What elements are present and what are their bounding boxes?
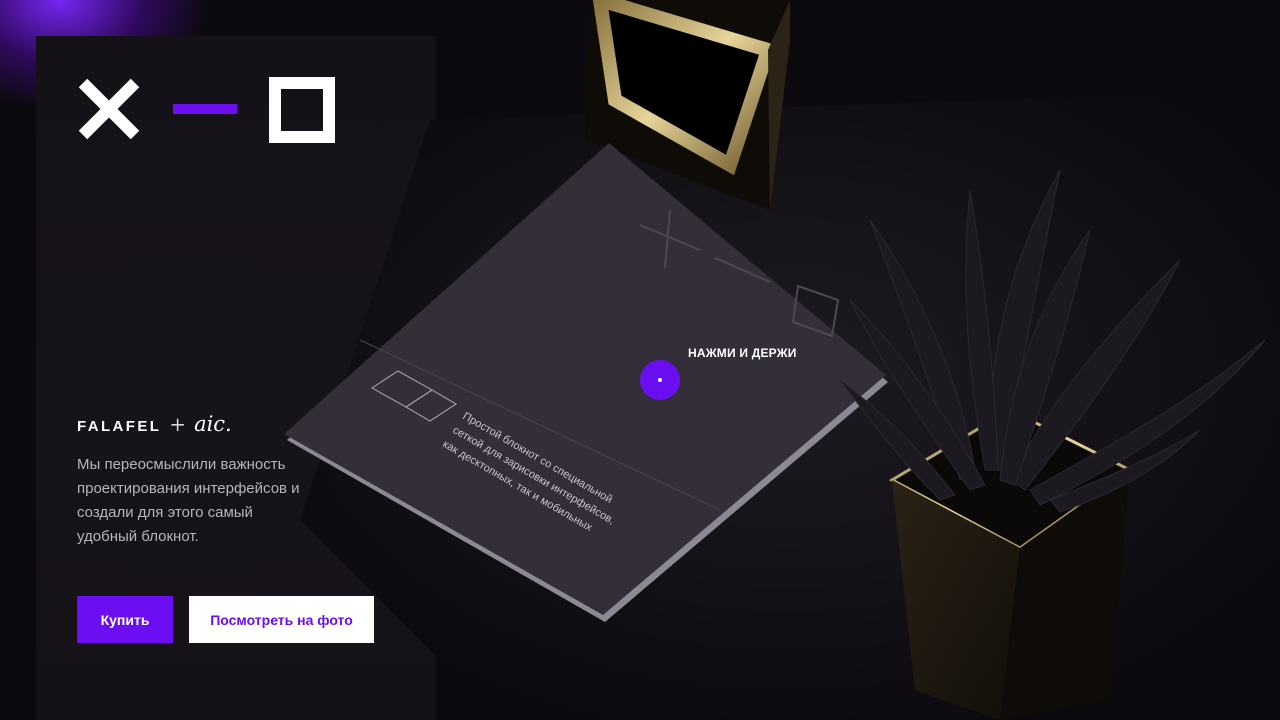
product-description: Мы переосмыслили важность проектирования…	[77, 456, 300, 545]
press-hold-hotspot[interactable]	[640, 360, 680, 400]
partner-name: aic.	[194, 412, 232, 436]
hotspot-label: НАЖМИ И ДЕРЖИ	[688, 346, 797, 360]
cross-icon	[78, 78, 140, 140]
hotspot-dot-icon	[658, 378, 662, 382]
square-icon	[269, 77, 335, 143]
brand-name: FALAFEL	[77, 418, 162, 435]
view-photo-button[interactable]: Посмотреть на фото	[189, 596, 374, 643]
minus-icon	[173, 104, 237, 114]
brand-lockup: FALAFEL + aic.	[77, 412, 232, 436]
falafel-logo	[78, 77, 335, 143]
brand-plus: +	[169, 412, 187, 436]
buy-button[interactable]: Купить	[77, 596, 173, 643]
